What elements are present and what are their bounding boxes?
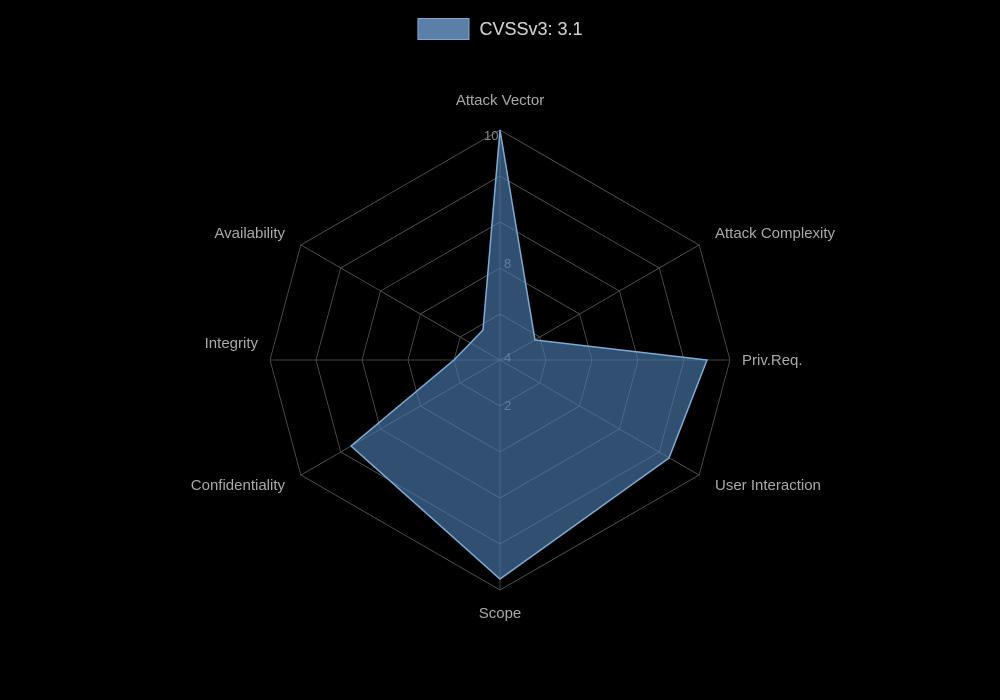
- label-confidentiality: Confidentiality: [191, 477, 286, 494]
- label-user-interaction: User Interaction: [715, 477, 821, 494]
- legend-container: CVSSv3: 3.1: [417, 18, 582, 40]
- label-attack-vector: Attack Vector: [456, 92, 544, 109]
- label-integrity: Integrity: [205, 335, 259, 352]
- grid-label-10: 10: [484, 128, 498, 143]
- label-attack-complexity: Attack Complexity: [715, 225, 836, 242]
- label-priv-req: Priv.Req.: [742, 352, 803, 369]
- label-availability: Availability: [214, 225, 285, 242]
- radar-chart-svg: .spider-grid { stroke: #555; stroke-widt…: [0, 0, 1000, 700]
- legend-color-swatch: [417, 18, 469, 40]
- label-scope: Scope: [479, 605, 522, 622]
- chart-container: CVSSv3: 3.1 .spider-grid { stroke: #555;…: [0, 0, 1000, 700]
- data-polygon: [351, 130, 707, 579]
- legend-text: CVSSv3: 3.1: [479, 19, 582, 40]
